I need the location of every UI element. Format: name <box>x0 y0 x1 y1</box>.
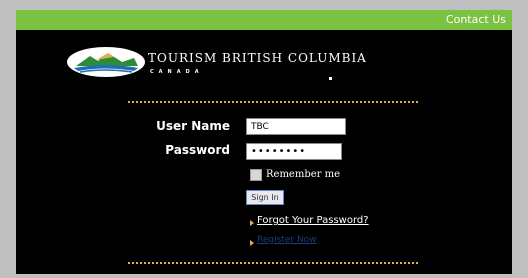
brand-subtitle: CANADA <box>150 69 204 75</box>
register-now-link[interactable]: Register Now <box>257 235 317 245</box>
username-label: User Name <box>156 119 230 133</box>
password-field[interactable] <box>246 143 342 160</box>
forgot-password-link[interactable]: Forgot Your Password? <box>257 215 369 226</box>
remember-me-checkbox[interactable] <box>250 169 262 181</box>
password-label: Password <box>165 143 230 157</box>
remember-me-label: Remember me <box>266 169 341 180</box>
bottom-divider <box>128 262 418 264</box>
bc-mountain-logo-icon <box>67 47 145 77</box>
bullet-arrow-icon <box>250 240 254 246</box>
contact-us-link[interactable]: Contact Us <box>446 13 506 26</box>
top-bar: Contact Us <box>16 10 512 30</box>
login-page: Contact Us TOURISM BRITISH COLUMBIA CANA… <box>16 10 512 274</box>
brand-title: TOURISM BRITISH COLUMBIA <box>148 51 367 65</box>
brand-dot <box>329 77 332 80</box>
bullet-arrow-icon <box>250 220 254 226</box>
top-divider <box>128 101 418 103</box>
username-field[interactable] <box>246 118 346 135</box>
sign-in-button[interactable]: Sign In <box>246 190 284 205</box>
